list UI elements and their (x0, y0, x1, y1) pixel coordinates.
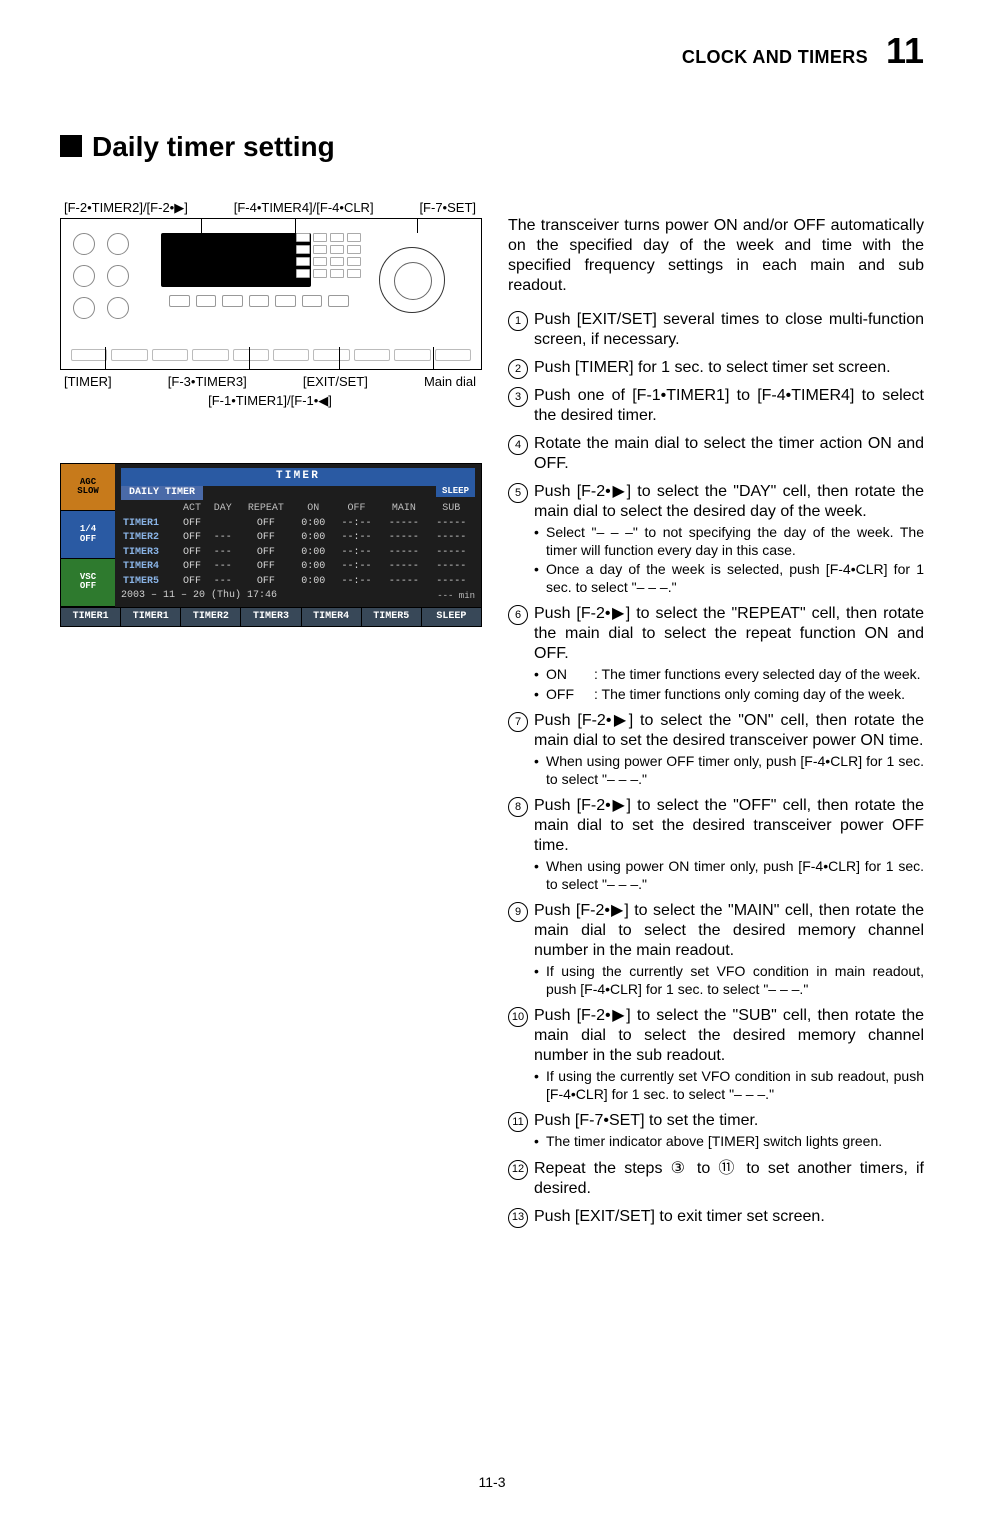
lcd-timer-table: ACT DAY REPEAT ON OFF MAIN SUB TIMER1OFF… (121, 502, 475, 589)
step-number-icon: 10 (508, 1007, 528, 1027)
step-text: Push [F-2•▶] to select the "OFF" cell, t… (534, 797, 924, 854)
radio-front-panel-illustration (60, 218, 482, 370)
step: 2 Push [TIMER] for 1 sec. to select timer… (508, 358, 924, 378)
page-header: CLOCK AND TIMERS 11 (60, 28, 924, 73)
lcd-sleep-label: SLEEP (436, 486, 475, 497)
step-number-icon: 4 (508, 435, 528, 455)
step-sub-list: If using the currently set VFO condition… (534, 1068, 924, 1103)
lcd-timer-row: TIMER1OFFOFF0:00--:------------ (121, 517, 475, 532)
lcd-side-quarter: 1/4OFF (61, 511, 115, 559)
callout-timer: [TIMER] (64, 374, 112, 390)
step-text: Repeat the steps ③ to ⑪ to set another t… (534, 1160, 924, 1197)
lcd-sleep-value: --- min (437, 591, 475, 602)
page-footer: 11-3 (0, 1474, 984, 1492)
lcd-softkey-4: TIMER4 (302, 608, 362, 627)
step: 4 Rotate the main dial to select the time… (508, 434, 924, 474)
section-title-text: Daily timer setting (92, 131, 335, 162)
step-number-icon: 3 (508, 387, 528, 407)
lcd-side-agc: AGCSLOW (61, 464, 115, 512)
step-text: Push [EXIT/SET] to exit timer set screen… (534, 1208, 825, 1225)
step-text: Push [F-2•▶] to select the "DAY" cell, t… (534, 483, 924, 520)
step-text: Push [TIMER] for 1 sec. to select timer … (534, 359, 891, 376)
instruction-steps: 1 Push [EXIT/SET] several times to close … (508, 310, 924, 1227)
callout-f1: [F-1•TIMER1]/[F-1•◀] (60, 393, 480, 409)
step-number-icon: 11 (508, 1112, 528, 1132)
step-onoff-def: OFF: The timer functions only coming day… (534, 686, 924, 704)
step: 8 Push [F-2•▶] to select the "OFF" cell, … (508, 796, 924, 893)
step: 7 Push [F-2•▶] to select the "ON" cell, t… (508, 711, 924, 788)
step-sub-list: When using power OFF timer only, push [F… (534, 753, 924, 788)
step-number-icon: 12 (508, 1160, 528, 1180)
section-title: Daily timer setting (60, 129, 924, 164)
lcd-datebar: 2003 – 11 – 20 (Thu) 17:46 (121, 590, 277, 601)
lcd-softkey-row: TIMER1 TIMER1 TIMER2 TIMER3 TIMER4 TIMER… (61, 607, 481, 627)
callout-f3: [F-3•TIMER3] (168, 374, 247, 390)
step-text: Push one of [F-1•TIMER1] to [F-4•TIMER4]… (534, 387, 924, 424)
step-number-icon: 8 (508, 797, 528, 817)
section-bullet-icon (60, 135, 82, 157)
step: 3 Push one of [F-1•TIMER1] to [F-4•TIMER4… (508, 386, 924, 426)
step-text: Push [F-2•▶] to select the "ON" cell, th… (534, 712, 924, 749)
lcd-heading: DAILY TIMER (121, 486, 203, 501)
step-text: Rotate the main dial to select the timer… (534, 435, 924, 472)
step-number-icon: 13 (508, 1208, 528, 1228)
lcd-titlebar: TIMER (121, 468, 475, 486)
step: 6 Push [F-2•▶] to select the "REPEAT" cel… (508, 604, 924, 703)
step-sub-item: If using the currently set VFO condition… (534, 1068, 924, 1103)
callout-f4: [F-4•TIMER4]/[F-4•CLR] (234, 200, 374, 216)
chapter-number: 11 (886, 28, 924, 73)
step-text: Push [F-2•▶] to select the "SUB" cell, t… (534, 1007, 924, 1064)
step-text: Push [F-7•SET] to set the timer. (534, 1112, 758, 1129)
step-onoff-def: ON: The timer functions every selected d… (534, 666, 924, 684)
step-sub-list: When using power ON timer only, push [F-… (534, 858, 924, 893)
step-number-icon: 6 (508, 605, 528, 625)
step-text: Push [F-2•▶] to select the "REPEAT" cell… (534, 605, 924, 662)
callout-f7: [F-7•SET] (419, 200, 476, 216)
step-sub-item: Select "– – –" to not specifying the day… (534, 524, 924, 559)
callout-f2: [F-2•TIMER2]/[F-2•▶] (64, 200, 188, 216)
step: 1 Push [EXIT/SET] several times to close … (508, 310, 924, 350)
callout-exit: [EXIT/SET] (303, 374, 368, 390)
step-sub-item: If using the currently set VFO condition… (534, 963, 924, 998)
lcd-softkey-1: TIMER1 (121, 608, 181, 627)
step-sub-list: Select "– – –" to not specifying the day… (534, 524, 924, 596)
timer-lcd-figure: AGCSLOW 1/4OFF VSCOFF TIMER DAILY TIMER … (60, 463, 482, 628)
lcd-timer-row: TIMER4OFF---OFF0:00--:------------ (121, 560, 475, 575)
step-sub-item: When using power OFF timer only, push [F… (534, 753, 924, 788)
lcd-softkey-6: SLEEP (422, 608, 481, 627)
step: 5 Push [F-2•▶] to select the "DAY" cell, … (508, 482, 924, 596)
step-sub-item: Once a day of the week is selected, push… (534, 561, 924, 596)
step-number-icon: 7 (508, 712, 528, 732)
lcd-side-timer1: TIMER1 (61, 608, 121, 627)
step-number-icon: 1 (508, 311, 528, 331)
step-number-icon: 5 (508, 483, 528, 503)
step: 9 Push [F-2•▶] to select the "MAIN" cell,… (508, 901, 924, 998)
step-sub-list: The timer indicator above [TIMER] switch… (534, 1133, 924, 1151)
step-sub-item: When using power ON timer only, push [F-… (534, 858, 924, 893)
step-sub-list: If using the currently set VFO condition… (534, 963, 924, 998)
lcd-timer-row: TIMER2OFF---OFF0:00--:------------ (121, 531, 475, 546)
step-number-icon: 2 (508, 359, 528, 379)
chapter-title: CLOCK AND TIMERS (682, 46, 868, 69)
step-text: Push [F-2•▶] to select the "MAIN" cell, … (534, 902, 924, 959)
figure-bottom-callouts: [TIMER] [F-3•TIMER3] [EXIT/SET] Main dia… (60, 374, 480, 390)
callout-main-dial: Main dial (424, 374, 476, 390)
step: 10 Push [F-2•▶] to select the "SUB" cell,… (508, 1006, 924, 1103)
step: 13 Push [EXIT/SET] to exit timer set scre… (508, 1207, 924, 1227)
figure-top-callouts: [F-2•TIMER2]/[F-2•▶] [F-4•TIMER4]/[F-4•C… (60, 200, 480, 216)
step: 11 Push [F-7•SET] to set the timer. The ti… (508, 1111, 924, 1151)
lcd-timer-row: TIMER3OFF---OFF0:00--:------------ (121, 546, 475, 561)
step-number-icon: 9 (508, 902, 528, 922)
intro-paragraph: The transceiver turns power ON and/or OF… (508, 216, 924, 296)
lcd-softkey-5: TIMER5 (362, 608, 422, 627)
front-panel-figure: [F-2•TIMER2]/[F-2•▶] [F-4•TIMER4]/[F-4•C… (60, 200, 480, 409)
lcd-timer-row: TIMER5OFF---OFF0:00--:------------ (121, 575, 475, 590)
step: 12 Repeat the steps ③ to ⑪ to set another… (508, 1159, 924, 1199)
lcd-softkey-2: TIMER2 (181, 608, 241, 627)
step-text: Push [EXIT/SET] several times to close m… (534, 311, 924, 348)
step-sub-item: The timer indicator above [TIMER] switch… (534, 1133, 924, 1151)
lcd-softkey-3: TIMER3 (241, 608, 301, 627)
lcd-side-vsc: VSCOFF (61, 559, 115, 607)
